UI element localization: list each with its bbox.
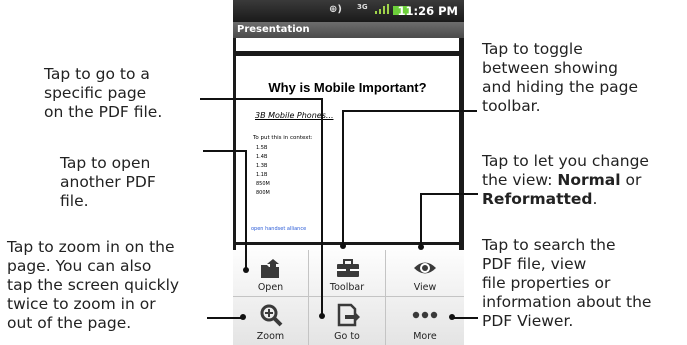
- view-reformatted-label: Reformatted: [482, 190, 593, 208]
- status-bar: ⊕) 3G 11:26 PM: [233, 0, 464, 22]
- magnifier-plus-icon: [260, 304, 283, 327]
- annotation-zoom: Tap to zoom in on the page. You can also…: [7, 238, 180, 332]
- callout-zoom-h: [207, 317, 243, 319]
- callout-toolbar-h: [343, 110, 477, 112]
- signal-icon: [375, 4, 389, 17]
- callout-open-v: [245, 150, 247, 270]
- eye-icon: [414, 262, 436, 274]
- annotation-toolbar: Tap to toggle between showing and hiding…: [482, 40, 639, 115]
- list-item: 800M: [256, 190, 270, 196]
- list-item: 850M: [256, 181, 270, 187]
- pdf-footer-link[interactable]: open handset alliance: [251, 226, 306, 232]
- view-normal-label: Normal: [557, 171, 621, 189]
- list-item: 1.3B: [256, 163, 268, 169]
- pdf-page-title: Why is Mobile Important?: [268, 80, 427, 95]
- callout-view-v: [420, 193, 422, 247]
- options-menu: Open Toolbar View Zoom Go to More: [233, 250, 464, 345]
- goto-page-icon: [337, 303, 360, 327]
- open-folder-icon: [261, 259, 279, 278]
- gps-icon: ⊕): [329, 4, 342, 15]
- pdf-viewer-area[interactable]: Why is Mobile Important? 3B Mobile Phone…: [233, 38, 464, 250]
- phone-screen: ⊕) 3G 11:26 PM Presentation Why is Mobil…: [233, 0, 464, 345]
- callout-zoom-dot: [240, 314, 246, 320]
- view-button[interactable]: View: [386, 250, 464, 297]
- pdf-context-label: To put this in context:: [253, 135, 313, 141]
- list-item: 1.5B: [256, 145, 268, 151]
- annotation-more: Tap to search the PDF file, view file pr…: [482, 236, 652, 330]
- app-title-bar: Presentation: [233, 22, 464, 38]
- callout-open-h: [203, 150, 246, 152]
- annotation-view: Tap to let you change the view: Normal o…: [482, 152, 649, 208]
- list-item: 1.4B: [256, 154, 268, 160]
- callout-toolbar-v: [342, 110, 344, 246]
- more-button[interactable]: More: [386, 297, 464, 345]
- callout-open-dot: [243, 267, 249, 273]
- callout-view-dot: [418, 244, 424, 250]
- callout-goto-v: [321, 98, 323, 316]
- toolbox-icon: [337, 259, 359, 277]
- callout-more-dot: [449, 314, 455, 320]
- zoom-button[interactable]: Zoom: [233, 297, 309, 345]
- network-type-icon: 3G: [357, 3, 368, 11]
- list-item: 1.1B: [256, 172, 268, 178]
- more-dots-icon: [412, 311, 438, 319]
- callout-goto-h: [200, 98, 322, 100]
- callout-view-h: [421, 193, 478, 195]
- clock: 11:26 PM: [397, 4, 458, 18]
- callout-more-h: [452, 317, 478, 319]
- callout-toolbar-dot: [340, 243, 346, 249]
- annotation-goto: Tap to go to a specific page on the PDF …: [44, 65, 163, 121]
- pdf-page[interactable]: Why is Mobile Important? 3B Mobile Phone…: [236, 56, 459, 242]
- annotation-open: Tap to open another PDF file.: [60, 154, 156, 210]
- previous-page: [236, 38, 459, 51]
- callout-goto-dot: [319, 313, 325, 319]
- app-title: Presentation: [237, 24, 310, 35]
